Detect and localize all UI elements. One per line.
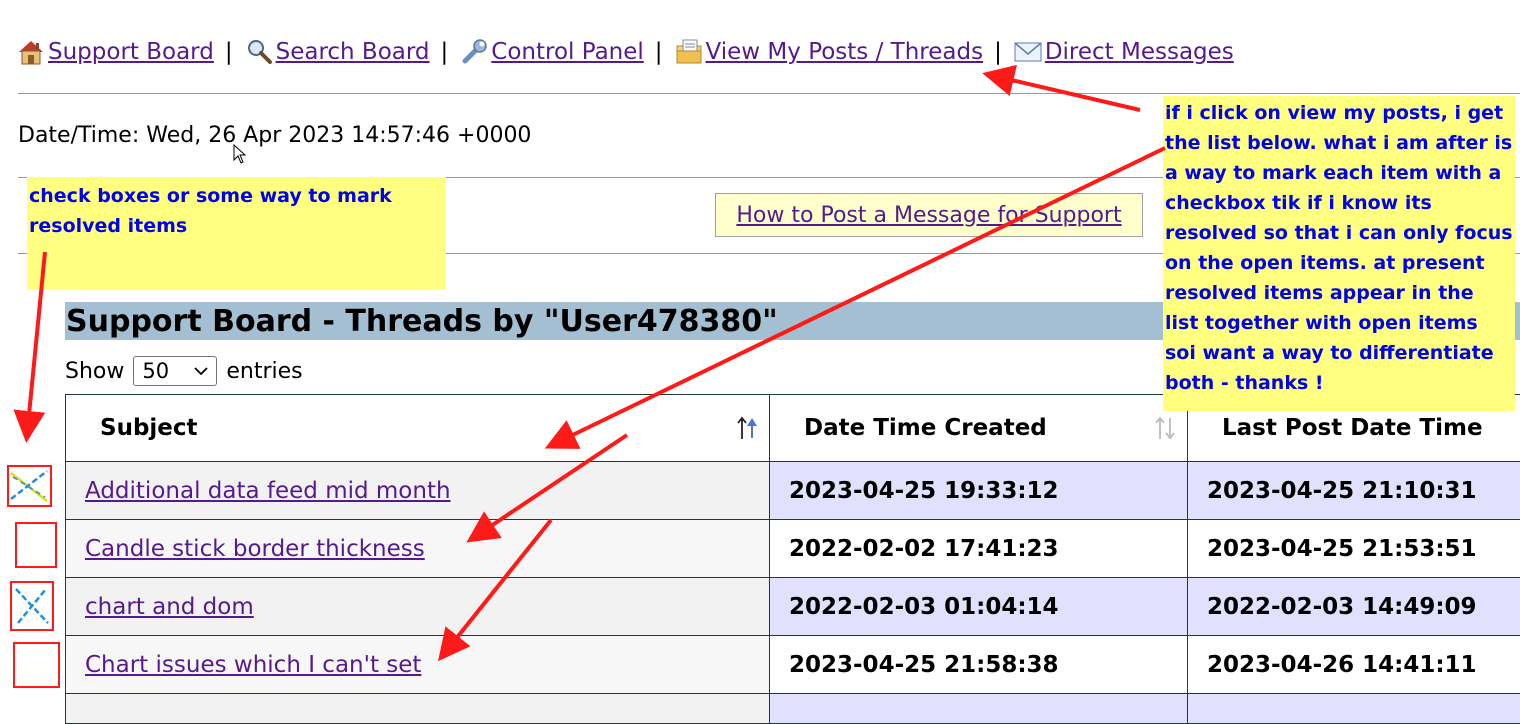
cross-mark-icon [12, 583, 52, 629]
magnifier-icon [244, 37, 274, 67]
entries-suffix: entries [226, 359, 302, 384]
entries-prefix: Show [65, 359, 124, 384]
table-row: Additional data feed mid month 2023-04-2… [66, 462, 1520, 520]
thread-link[interactable]: Chart issues which I can't set [85, 652, 421, 678]
mock-checkbox-checked [10, 581, 54, 631]
nav-separator: | [994, 39, 1002, 65]
mouse-cursor-icon [233, 144, 247, 164]
thread-link[interactable]: Candle stick border thickness [85, 536, 425, 562]
wrench-icon [459, 37, 489, 67]
envelope-icon [1013, 37, 1043, 67]
cell-subject: Candle stick border thickness [66, 520, 770, 578]
entries-select-value: 50 [142, 359, 169, 383]
nav-view-my-posts[interactable]: View My Posts / Threads [674, 37, 984, 67]
cell-last-post: 2022-02-03 14:49:09 [1188, 578, 1520, 636]
thread-link[interactable]: Additional data feed mid month [85, 478, 451, 504]
chevron-down-icon [194, 366, 208, 376]
posts-folder-icon [674, 37, 704, 67]
nav-separator: | [225, 39, 233, 65]
sort-asc-icon[interactable] [735, 415, 759, 441]
nav-direct-messages[interactable]: Direct Messages [1013, 37, 1234, 67]
table-row: Candle stick border thickness 2022-02-02… [66, 520, 1520, 578]
cell-subject: Chart issues which I can't set [66, 636, 770, 694]
nav-separator: | [441, 39, 449, 65]
table-row: Chart issues which I can't set 2023-04-2… [66, 636, 1520, 694]
cell-subject: chart and dom [66, 578, 770, 636]
divider [18, 93, 1520, 94]
how-to-post-link[interactable]: How to Post a Message for Support [736, 203, 1121, 228]
nav-link-support-board[interactable]: Support Board [48, 39, 214, 65]
cross-mark-icon [9, 467, 50, 505]
mock-checkbox-checked [7, 465, 52, 507]
cell-date-created: 2022-02-02 17:41:23 [770, 520, 1188, 578]
cell-last-post: 2023-04-26 14:41:11 [1188, 636, 1520, 694]
nav-separator: | [655, 39, 663, 65]
cell-last-post: 2023-04-25 21:53:51 [1188, 520, 1520, 578]
cell-date-created: 2023-04-25 19:33:12 [770, 462, 1188, 520]
annotation-note-left: check boxes or some way to mark resolved… [27, 177, 446, 290]
annotation-note-right: if i click on view my posts, i get the l… [1163, 96, 1515, 411]
cell-last-post: 2023-04-25 21:10:31 [1188, 462, 1520, 520]
how-to-post-box: How to Post a Message for Support [715, 193, 1143, 237]
mock-checkbox-empty [13, 642, 60, 688]
nav-control-panel[interactable]: Control Panel [459, 37, 644, 67]
top-nav: Support Board | Search Board | Control P… [16, 34, 1234, 70]
column-header-date-created[interactable]: Date Time Created [770, 395, 1188, 462]
nav-support-board[interactable]: Support Board [16, 37, 214, 67]
cell-date-created [770, 694, 1188, 724]
column-header-subject[interactable]: Subject [66, 395, 770, 462]
sort-both-icon[interactable] [1153, 415, 1177, 441]
threads-table: Subject Date Time Created Last Post Date… [65, 394, 1520, 724]
entries-select[interactable]: 50 [133, 356, 217, 386]
entries-control: Show 50 entries [65, 356, 303, 386]
table-row [66, 694, 1520, 724]
cell-date-created: 2023-04-25 21:58:38 [770, 636, 1188, 694]
nav-link-control-panel[interactable]: Control Panel [491, 39, 644, 65]
table-row: chart and dom 2022-02-03 01:04:14 2022-0… [66, 578, 1520, 636]
cell-last-post [1188, 694, 1520, 724]
home-icon [16, 37, 46, 67]
nav-link-direct-messages[interactable]: Direct Messages [1045, 39, 1234, 65]
thread-link[interactable]: chart and dom [85, 594, 254, 620]
nav-link-view-my-posts[interactable]: View My Posts / Threads [706, 39, 984, 65]
cell-date-created: 2022-02-03 01:04:14 [770, 578, 1188, 636]
nav-link-search-board[interactable]: Search Board [276, 39, 430, 65]
mock-checkbox-empty [15, 522, 57, 568]
cell-subject [66, 694, 770, 724]
current-datetime: Date/Time: Wed, 26 Apr 2023 14:57:46 +00… [18, 123, 531, 148]
cell-subject: Additional data feed mid month [66, 462, 770, 520]
nav-search-board[interactable]: Search Board [244, 37, 430, 67]
